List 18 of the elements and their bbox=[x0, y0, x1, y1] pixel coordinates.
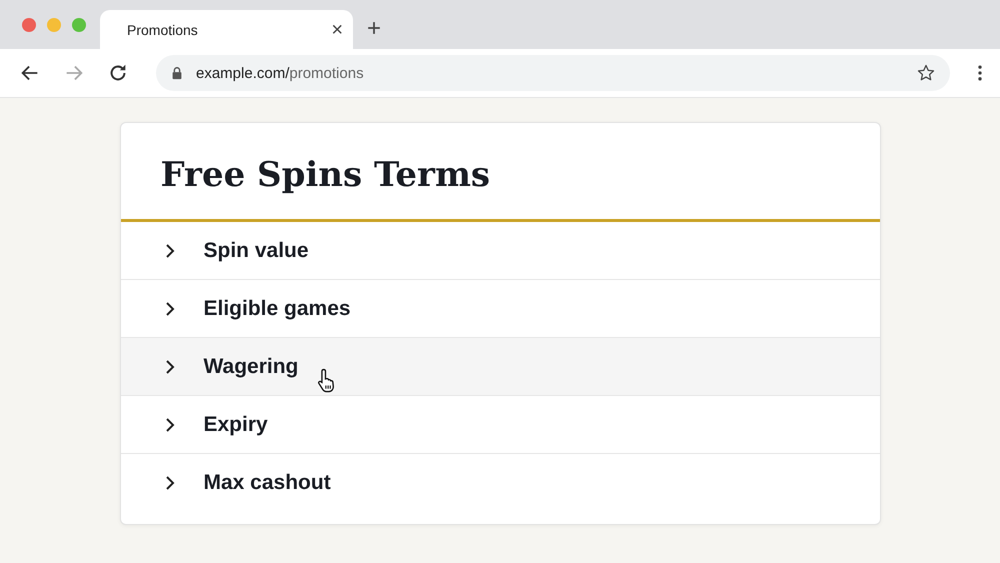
chevron-icon bbox=[164, 358, 176, 374]
lock-icon bbox=[170, 66, 184, 80]
accordion-item[interactable]: Max cashout bbox=[120, 454, 880, 511]
card-title: Free Spins Terms bbox=[160, 155, 490, 195]
chevron-icon bbox=[164, 474, 176, 490]
menu-icon[interactable] bbox=[976, 63, 984, 83]
accordion-item[interactable]: Expiry bbox=[120, 396, 880, 454]
close-window-icon[interactable] bbox=[22, 18, 36, 32]
new-tab-button[interactable]: + bbox=[367, 17, 382, 41]
accordion-item[interactable]: Spin value bbox=[120, 222, 880, 280]
address-bar[interactable]: example.com/promotions bbox=[156, 55, 950, 91]
close-tab-button[interactable]: × bbox=[331, 20, 343, 40]
chevron-icon bbox=[164, 416, 176, 432]
accordion-item[interactable]: Wagering bbox=[120, 338, 880, 396]
chevron-icon bbox=[164, 242, 176, 258]
bookmark-star-icon[interactable] bbox=[916, 63, 936, 83]
chevron-icon bbox=[164, 300, 176, 316]
browser-tab[interactable]: Promotions × bbox=[100, 10, 353, 49]
